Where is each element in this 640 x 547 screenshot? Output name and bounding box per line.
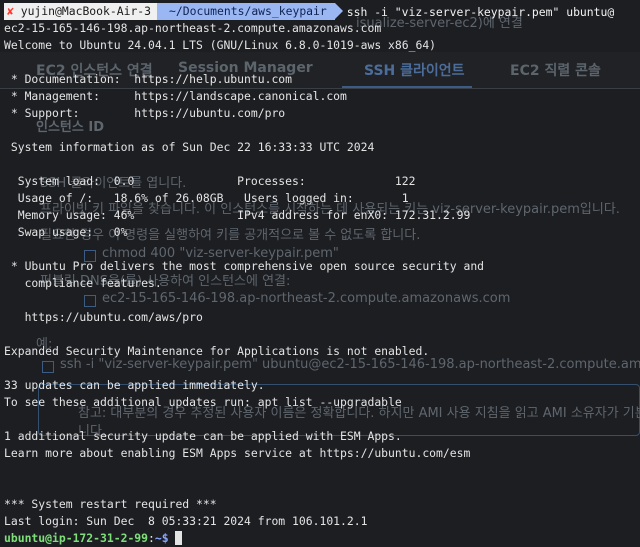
text-cursor: [175, 531, 183, 545]
prompt-user-host: yujin@MacBook-Air-3: [20, 4, 152, 18]
terminal-output-line: * Ubuntu Pro delivers the most comprehen…: [4, 259, 485, 273]
terminal-output-line: Usage of /: 18.6% of 26.08GB Users logge…: [4, 191, 409, 205]
remote-user-host: ubuntu@ip-172-31-2-99: [4, 531, 149, 545]
remote-prompt-line[interactable]: ubuntu@ip-172-31-2-99:~$: [4, 530, 640, 547]
terminal-output-line: 1 additional security update can be appl…: [4, 429, 402, 443]
prompt-path: ~$: [154, 531, 169, 545]
terminal-output-line: System load: 0.0 Processes: 122: [4, 174, 416, 188]
terminal-output-line: * Support: https://ubuntu.com/pro: [4, 106, 286, 120]
terminal-output-line: * Management: https://landscape.canonica…: [4, 89, 347, 103]
terminal-output-line: 33 updates can be applied immediately.: [4, 378, 265, 392]
terminal-output-line: *** System restart required ***: [4, 497, 217, 511]
terminal-output-line: System information as of Sun Dec 22 16:3…: [4, 140, 375, 154]
terminal-output-line: https://ubuntu.com/aws/pro: [4, 310, 203, 324]
ssh-command: ssh -i "viz-server-keypair.pem" ubuntu@: [346, 4, 615, 19]
terminal-output-line: compliance features.: [4, 276, 162, 290]
terminal-output-line: To see these additional updates run: apt…: [4, 395, 402, 409]
local-prompt-line: ✘ yujin@MacBook-Air-3 ~/Documents/aws_key…: [4, 3, 640, 20]
terminal-window[interactable]: ✘ yujin@MacBook-Air-3 ~/Documents/aws_key…: [0, 0, 640, 546]
terminal-output-line: * Documentation: https://help.ubuntu.com: [4, 72, 293, 86]
terminal-output-line: Memory usage: 46% IPv4 address for enX0:…: [4, 208, 471, 222]
terminal-output-line: Learn more about enabling ESM Apps servi…: [4, 446, 471, 460]
terminal-output-line: Last login: Sun Dec 8 05:33:21 2024 from…: [4, 514, 368, 528]
terminal-output-line: Swap usage: 0%: [4, 225, 128, 239]
terminal-output-line: Welcome to Ubuntu 24.04.1 LTS (GNU/Linux…: [4, 38, 437, 52]
terminal-output-line: Expanded Security Maintenance for Applic…: [4, 344, 430, 358]
terminal-output: ec2-15-165-146-198.ap-northeast-2.comput…: [4, 20, 640, 530]
prompt-user-segment: ✘ yujin@MacBook-Air-3: [4, 3, 166, 20]
error-status-icon: ✘: [7, 4, 14, 18]
prompt-directory-segment: ~/Documents/aws_keypair: [157, 3, 343, 20]
terminal-output-line: ec2-15-165-146-198.ap-northeast-2.comput…: [4, 21, 382, 35]
prompt-colon: :: [148, 531, 155, 545]
